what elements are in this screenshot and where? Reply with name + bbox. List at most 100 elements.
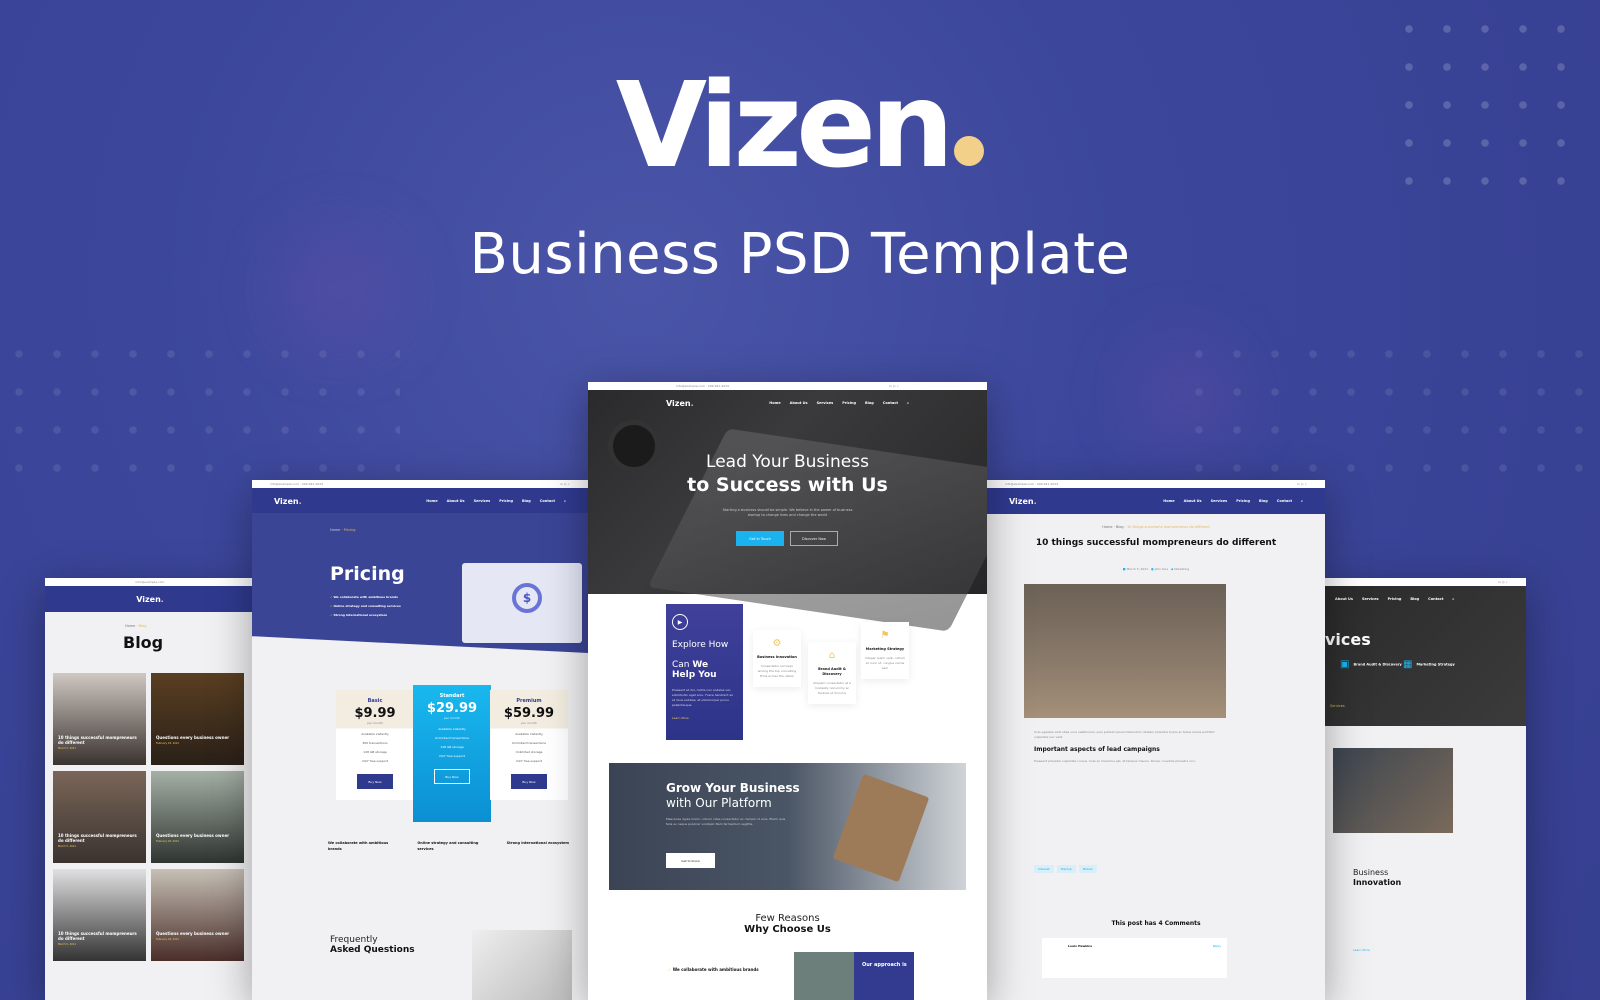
top-info-bar: in ◎ ✓ — [1325, 578, 1526, 586]
nav-contact[interactable]: Contact — [540, 499, 555, 503]
learn-more-link[interactable]: Learn More — [672, 716, 737, 720]
plan-features: Available instantly Unlimited transaction… — [512, 732, 546, 763]
learn-more-link[interactable]: Learn More — [1353, 948, 1370, 952]
nav-pricing[interactable]: Pricing — [1236, 499, 1250, 503]
plan-period: per month — [444, 716, 460, 720]
nav-home[interactable]: Home — [769, 401, 780, 405]
grow-title-light: with Our Platform — [666, 796, 772, 810]
hero-subtitle: Business PSD Template — [469, 222, 1131, 287]
feature-item: Online strategy and consulting services — [417, 841, 479, 851]
blog-card[interactable]: Questions every business owner February 1… — [151, 771, 244, 863]
post-title: 10 things successful mompreneurs do diff… — [1035, 538, 1277, 548]
page-title: Blog — [123, 633, 164, 652]
feature-item: Strong international ecosystem — [506, 841, 570, 845]
blog-post-mockup: info@example.com · 409-941-2023 in ◎ ✓ Vi… — [987, 480, 1325, 1000]
blog-card[interactable]: 10 things successful mompreneurs do diff… — [53, 869, 146, 961]
nav-logo[interactable]: Vizen. — [1009, 497, 1037, 506]
tag[interactable]: Mobile — [1078, 865, 1097, 873]
blog-card[interactable]: 10 things successful mompreneurs do diff… — [53, 673, 146, 765]
blog-card-date: March 5, 2021 — [58, 845, 76, 848]
search-icon[interactable]: ⌕ — [907, 401, 909, 405]
home-page-mockup: info@example.com · 409-941-2023 in ◎ ✓ Vi… — [588, 382, 987, 1000]
post-image — [1024, 584, 1226, 718]
navbar: Vizen. Home About Us Services Pricing Blog Co… — [987, 488, 1325, 514]
plan-name: Standart — [439, 693, 465, 699]
discover-now-button[interactable]: Discover Now — [790, 531, 838, 546]
service-card[interactable]: ⌂ Brand Audit & Discovery Aliquam consecte… — [808, 642, 856, 704]
plan-price: $59.99 — [503, 706, 555, 721]
nav-pricing[interactable]: Pricing — [499, 499, 513, 503]
nav-blog[interactable]: Blog — [522, 499, 531, 503]
nav-contact[interactable]: Contact — [883, 401, 898, 405]
service-card[interactable]: ⚙ Business Innovation Consectetur sociosqu… — [753, 630, 801, 687]
explore-line3: Help You — [672, 670, 717, 680]
pricing-hero: Home · Pricing Pricing ✓ We collaborate … — [252, 513, 588, 653]
nav-logo[interactable]: Vizen. — [666, 399, 694, 408]
page-title: Pricing — [330, 563, 405, 585]
nav-home[interactable]: Home — [1163, 499, 1174, 503]
nav-about[interactable]: About Us — [1335, 597, 1353, 601]
nav-services[interactable]: Services — [474, 499, 491, 503]
nav-contact[interactable]: Contact — [1277, 499, 1292, 503]
service-item: ▣ Brand Audit & Discovery — [1340, 659, 1402, 670]
nav-blog[interactable]: Blog — [1259, 499, 1268, 503]
blog-card[interactable]: Questions every business owner February 1… — [151, 673, 244, 765]
get-in-touch-button[interactable]: Get In Touch — [736, 531, 784, 546]
section-title-light: Business — [1353, 868, 1389, 877]
pricing-card-standart: Standart $29.99 per month Available instan… — [413, 685, 491, 822]
top-info-bar: info@example.com · 409-941-2023 in ◎ ✓ — [252, 480, 588, 488]
nav-about[interactable]: About Us — [1184, 499, 1202, 503]
nav-pricing[interactable]: Pricing — [842, 401, 856, 405]
explore-card: ▶ Explore How Can We Help You Praesent e… — [666, 604, 743, 740]
nav-blog[interactable]: Blog — [1410, 597, 1419, 601]
post-body: Cras egestas velit vitae urna vestibulum… — [1034, 730, 1219, 764]
nav-services[interactable]: Services — [1362, 597, 1379, 601]
plan-price: $29.99 — [426, 701, 478, 716]
contact-info: info@example.com · 409-941-2023 — [270, 482, 324, 486]
navbar: About Us Services Pricing Blog Contact ⌕ — [1325, 586, 1526, 612]
brand-logo: Vizen — [0, 66, 1600, 184]
tag[interactable]: Startup — [1056, 865, 1076, 873]
nav-services[interactable]: Services — [1211, 499, 1228, 503]
nav-blog[interactable]: Blog — [865, 401, 874, 405]
blog-card-date: March 5, 2021 — [58, 943, 76, 946]
social-icons: in ◎ ✓ — [1498, 580, 1508, 584]
comments-heading: This post has 4 Comments — [1111, 920, 1201, 927]
social-icons: in ◎ ✓ — [889, 384, 899, 388]
faq-heading: Frequently Asked Questions — [330, 935, 415, 955]
search-icon[interactable]: ⌕ — [1452, 597, 1454, 601]
blog-card[interactable]: 10 things successful mompreneurs do diff… — [53, 771, 146, 863]
blog-card-date: March 5, 2021 — [58, 747, 76, 750]
nav-logo[interactable]: Vizen. — [136, 595, 164, 604]
nav-services[interactable]: Services — [817, 401, 834, 405]
nav-about[interactable]: About Us — [447, 499, 465, 503]
blog-card-date: February 18, 2021 — [156, 938, 180, 941]
service-item: ▦ Marketing Strategy — [1403, 659, 1455, 670]
service-card[interactable]: ⚑ Marketing Strategy Integer quam velit, r… — [861, 622, 909, 679]
nav-logo[interactable]: Vizen. — [274, 497, 302, 506]
reply-link[interactable]: Reply — [1213, 944, 1221, 948]
brand-audit-icon: ⌂ — [828, 650, 836, 661]
search-icon[interactable]: ⌕ — [564, 499, 566, 503]
decor-blob — [1130, 340, 1240, 450]
nav-contact[interactable]: Contact — [1428, 597, 1443, 601]
nav-pricing[interactable]: Pricing — [1388, 597, 1402, 601]
buy-now-button[interactable]: Buy Now — [511, 774, 547, 789]
post-subheading: Important aspects of lead campaigns — [1034, 746, 1160, 753]
blog-card-date: February 18, 2021 — [156, 742, 180, 745]
calendar-icon: ■ — [1122, 567, 1126, 571]
get-to-know-button[interactable]: Get to Know — [666, 853, 715, 868]
buy-now-button[interactable]: Buy Now — [434, 769, 470, 784]
nav-about[interactable]: About Us — [790, 401, 808, 405]
play-icon[interactable]: ▶ — [672, 614, 688, 630]
nav-home[interactable]: Home — [426, 499, 437, 503]
bullet-list: ✓ We collaborate with ambitious brands ✓… — [330, 595, 401, 617]
tag[interactable]: Interest — [1034, 865, 1054, 873]
breadcrumb: Home · Blog — [125, 624, 147, 628]
search-icon[interactable]: ⌕ — [1301, 499, 1303, 503]
plan-name: Basic — [367, 698, 383, 704]
explore-text: Praesent et dui, mollis non sodales vel,… — [672, 688, 734, 707]
blog-card[interactable]: Questions every business owner February 1… — [151, 869, 244, 961]
grow-title-bold: Grow Your Business — [666, 781, 800, 795]
buy-now-button[interactable]: Buy Now — [357, 774, 393, 789]
